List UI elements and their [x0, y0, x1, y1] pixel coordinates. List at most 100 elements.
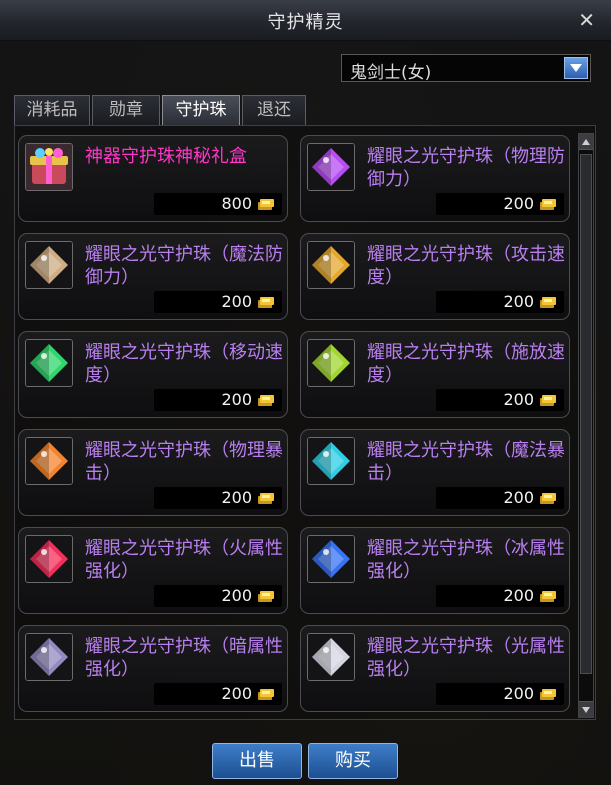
- item-name: 耀眼之光守护珠（魔法暴击）: [367, 440, 565, 484]
- gold-coin-icon: [258, 493, 274, 504]
- gold-coin-icon: [540, 395, 556, 406]
- item-icon-slot: [307, 437, 355, 485]
- tan-gem-icon: [26, 242, 72, 288]
- item-price: 200: [503, 684, 534, 703]
- light-gem-icon: [308, 634, 354, 680]
- item-name: 耀眼之光守护珠（火属性强化）: [85, 538, 283, 582]
- item-name: 耀眼之光守护珠（攻击速度）: [367, 244, 565, 288]
- gold-coin-icon: [540, 297, 556, 308]
- item-icon-slot: [25, 633, 73, 681]
- window-title: 守护精灵: [267, 12, 344, 33]
- scroll-up-icon[interactable]: [579, 134, 593, 150]
- dark-gem-icon: [26, 634, 72, 680]
- buy-button[interactable]: 购买: [308, 743, 398, 779]
- item-price: 200: [503, 488, 534, 507]
- item-card[interactable]: 耀眼之光守护珠（物理暴击） 200: [18, 429, 288, 516]
- gold-coin-icon: [540, 689, 556, 700]
- gold-coin-icon: [258, 689, 274, 700]
- item-card[interactable]: 耀眼之光守护珠（火属性强化） 200: [18, 527, 288, 614]
- item-icon-slot: [25, 339, 73, 387]
- price-field: 200: [436, 193, 564, 215]
- item-name: 耀眼之光守护珠（魔法防御力）: [85, 244, 283, 288]
- price-field: 200: [154, 487, 282, 509]
- chevron-down-icon[interactable]: [564, 57, 588, 79]
- price-field: 200: [154, 683, 282, 705]
- item-price: 200: [221, 586, 252, 605]
- item-icon-slot: [307, 535, 355, 583]
- item-card[interactable]: 耀眼之光守护珠（物理防御力） 200: [300, 135, 570, 222]
- item-price: 200: [221, 292, 252, 311]
- item-card[interactable]: 耀眼之光守护珠（攻击速度） 200: [300, 233, 570, 320]
- item-name: 耀眼之光守护珠（暗属性强化）: [85, 636, 283, 680]
- item-icon-slot: [25, 535, 73, 583]
- item-card[interactable]: 耀眼之光守护珠（魔法暴击） 200: [300, 429, 570, 516]
- scrollbar-thumb[interactable]: [580, 154, 592, 674]
- item-price: 200: [503, 194, 534, 213]
- gift-box-icon: [26, 144, 72, 190]
- purple-gem-icon: [308, 144, 354, 190]
- class-select[interactable]: 鬼剑士(女): [341, 54, 591, 83]
- item-name: 耀眼之光守护珠（物理防御力）: [367, 146, 565, 190]
- item-price: 200: [221, 390, 252, 409]
- cyan-gem-icon: [308, 438, 354, 484]
- tab-medals[interactable]: 勋章: [92, 95, 160, 125]
- gold-coin-icon: [258, 297, 274, 308]
- item-name: 神器守护珠神秘礼盒: [85, 146, 247, 167]
- price-field: 200: [154, 389, 282, 411]
- price-field: 200: [436, 683, 564, 705]
- price-field: 200: [436, 585, 564, 607]
- item-name: 耀眼之光守护珠（冰属性强化）: [367, 538, 565, 582]
- item-price: 800: [221, 194, 252, 213]
- price-field: 200: [154, 585, 282, 607]
- gold-coin-icon: [258, 199, 274, 210]
- item-price: 200: [503, 292, 534, 311]
- item-price: 200: [221, 488, 252, 507]
- price-field: 200: [436, 487, 564, 509]
- gold-coin-icon: [540, 199, 556, 210]
- gold-coin-icon: [540, 493, 556, 504]
- item-card[interactable]: 耀眼之光守护珠（施放速度） 200: [300, 331, 570, 418]
- price-field: 200: [154, 291, 282, 313]
- item-icon-slot: [307, 143, 355, 191]
- item-icon-slot: [25, 437, 73, 485]
- item-card[interactable]: 神器守护珠神秘礼盒 800: [18, 135, 288, 222]
- item-card[interactable]: 耀眼之光守护珠（暗属性强化） 200: [18, 625, 288, 712]
- item-card[interactable]: 耀眼之光守护珠（魔法防御力） 200: [18, 233, 288, 320]
- scrollbar[interactable]: [578, 133, 594, 718]
- lime-gem-icon: [308, 340, 354, 386]
- item-name: 耀眼之光守护珠（光属性强化）: [367, 636, 565, 680]
- price-field: 200: [436, 389, 564, 411]
- red-gem-icon: [26, 536, 72, 582]
- gold-coin-icon: [258, 395, 274, 406]
- class-select-value: 鬼剑士(女): [350, 63, 432, 83]
- item-icon-slot: [307, 633, 355, 681]
- gold-gem-icon: [308, 242, 354, 288]
- blue-gem-icon: [308, 536, 354, 582]
- item-icon-slot: [25, 241, 73, 289]
- item-price: 200: [503, 586, 534, 605]
- close-icon[interactable]: ✕: [578, 8, 595, 32]
- sell-button[interactable]: 出售: [212, 743, 302, 779]
- item-name: 耀眼之光守护珠（物理暴击）: [85, 440, 283, 484]
- green-gem-icon: [26, 340, 72, 386]
- item-icon-slot: [307, 241, 355, 289]
- item-card[interactable]: 耀眼之光守护珠（移动速度） 200: [18, 331, 288, 418]
- item-card[interactable]: 耀眼之光守护珠（光属性强化） 200: [300, 625, 570, 712]
- price-field: 200: [436, 291, 564, 313]
- tab-refund[interactable]: 退还: [242, 95, 306, 125]
- item-icon-slot: [25, 143, 73, 191]
- tab-guardian-beads[interactable]: 守护珠: [162, 95, 240, 125]
- scroll-down-icon[interactable]: [579, 701, 593, 717]
- item-name: 耀眼之光守护珠（施放速度）: [367, 342, 565, 386]
- item-icon-slot: [307, 339, 355, 387]
- item-price: 200: [503, 390, 534, 409]
- item-card[interactable]: 耀眼之光守护珠（冰属性强化） 200: [300, 527, 570, 614]
- item-name: 耀眼之光守护珠（移动速度）: [85, 342, 283, 386]
- tab-consumables[interactable]: 消耗品: [14, 95, 90, 125]
- item-price: 200: [221, 684, 252, 703]
- guardian-spirit-window: 守护精灵 ✕ 鬼剑士(女) 消耗品 勋章 守护珠 退还 神器守护珠神秘礼盒 800…: [0, 0, 611, 785]
- orange-gem-icon: [26, 438, 72, 484]
- gold-coin-icon: [258, 591, 274, 602]
- gold-coin-icon: [540, 591, 556, 602]
- title-bar[interactable]: 守护精灵 ✕: [0, 0, 611, 41]
